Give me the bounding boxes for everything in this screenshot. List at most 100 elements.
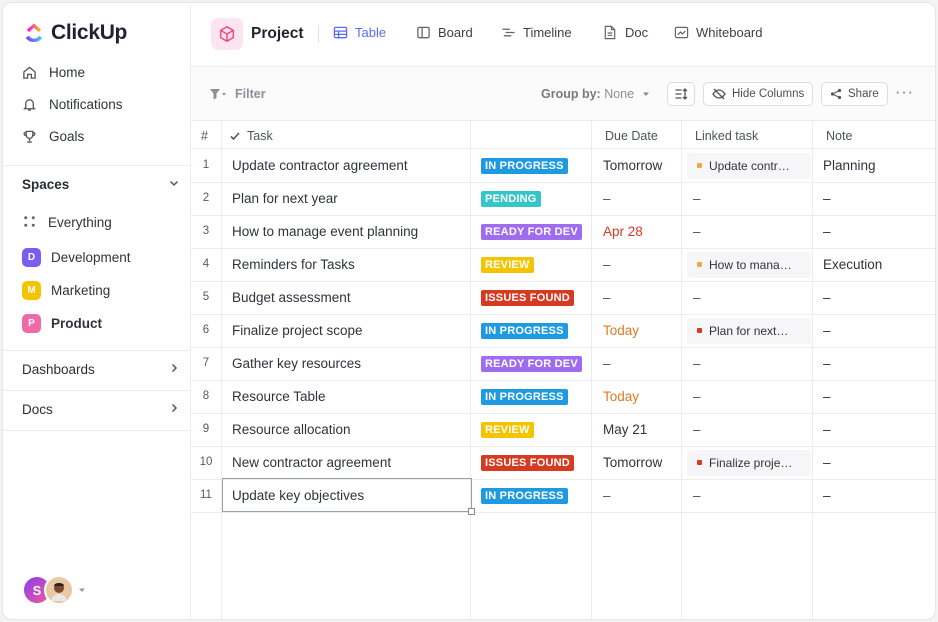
sidebar-item-goals[interactable]: Goals <box>21 128 84 144</box>
row-number: 11 <box>200 488 212 501</box>
avatar-photo[interactable] <box>44 575 74 605</box>
task-name[interactable]: Resource Table <box>232 389 326 404</box>
note[interactable]: – <box>823 224 831 239</box>
status-badge[interactable]: ISSUES FOUND <box>481 289 574 306</box>
task-name[interactable]: Plan for next year <box>232 191 338 206</box>
sidebar-space-marketing[interactable]: M Marketing <box>22 281 110 300</box>
column-header-note[interactable]: Note <box>826 129 852 143</box>
note[interactable]: – <box>823 323 831 338</box>
sidebar-item-dashboards[interactable]: Dashboards <box>22 362 180 377</box>
note[interactable]: – <box>823 422 831 437</box>
due-date[interactable]: Apr 28 <box>603 224 643 239</box>
empty-linked-task[interactable]: – <box>693 191 701 206</box>
column-header-label: Task <box>247 129 273 143</box>
empty-linked-task[interactable]: – <box>693 488 701 503</box>
status-badge[interactable]: IN PROGRESS <box>481 157 568 174</box>
task-name[interactable]: Reminders for Tasks <box>232 257 355 272</box>
sidebar-item-docs[interactable]: Docs <box>22 402 180 417</box>
due-date[interactable]: – <box>603 191 611 206</box>
chevron-down-icon[interactable] <box>168 177 180 192</box>
due-date[interactable]: Tomorrow <box>603 158 662 173</box>
task-name[interactable]: Budget assessment <box>232 290 351 305</box>
task-name[interactable]: Finalize project scope <box>232 323 363 338</box>
column-header-linked-task[interactable]: Linked task <box>695 129 758 143</box>
tab-whiteboard[interactable]: Whiteboard <box>674 25 762 40</box>
row-divider <box>191 413 935 414</box>
row-number: 4 <box>202 257 210 270</box>
sidebar-space-development[interactable]: D Development <box>22 248 131 267</box>
due-date[interactable]: May 21 <box>603 422 647 437</box>
linked-task-chip[interactable]: Finalize proje… <box>687 449 811 476</box>
due-date[interactable]: Today <box>603 389 639 404</box>
due-date[interactable]: – <box>603 356 611 371</box>
task-name[interactable]: Resource allocation <box>232 422 351 437</box>
linked-task-chip[interactable]: How to mana… <box>687 251 811 278</box>
tab-board[interactable]: Board <box>416 25 473 40</box>
task-name[interactable]: Gather key resources <box>232 356 361 371</box>
linked-task-name: Update contr… <box>709 158 790 173</box>
column-header-task[interactable]: Task <box>229 129 273 143</box>
user-avatars[interactable]: S <box>22 575 86 605</box>
empty-linked-task[interactable]: – <box>693 224 701 239</box>
caret-down-icon <box>642 87 650 101</box>
linked-task-chip[interactable]: Plan for next… <box>687 317 811 344</box>
note[interactable]: Planning <box>823 158 876 173</box>
task-status-dot <box>697 460 702 465</box>
sort-button[interactable] <box>667 82 695 106</box>
note[interactable]: – <box>823 389 831 404</box>
tab-doc[interactable]: Doc <box>603 25 648 40</box>
share-button[interactable]: Share <box>821 82 888 106</box>
due-date[interactable]: – <box>603 290 611 305</box>
task-name[interactable]: New contractor agreement <box>232 455 391 470</box>
clickup-logo[interactable]: ClickUp <box>23 21 127 45</box>
due-date[interactable]: – <box>603 488 611 503</box>
sidebar-item-everything[interactable]: Everything <box>22 214 112 230</box>
status-badge[interactable]: ISSUES FOUND <box>481 454 574 471</box>
group-by-select[interactable]: Group by: None <box>541 87 650 101</box>
sidebar-space-product[interactable]: P Product <box>22 314 102 333</box>
empty-linked-task[interactable]: – <box>693 290 701 305</box>
note[interactable]: Execution <box>823 257 882 272</box>
column-header-number[interactable]: # <box>201 129 208 143</box>
tab-table[interactable]: Table <box>333 25 386 40</box>
empty-linked-task[interactable]: – <box>693 389 701 404</box>
empty-linked-task[interactable]: – <box>693 422 701 437</box>
chevron-right-icon <box>168 362 180 377</box>
note[interactable]: – <box>823 191 831 206</box>
column-header-due-date[interactable]: Due Date <box>605 129 658 143</box>
brand-name: ClickUp <box>51 21 128 44</box>
status-badge[interactable]: IN PROGRESS <box>481 322 568 339</box>
row-divider <box>191 281 935 282</box>
selection-fill-handle[interactable] <box>468 508 475 515</box>
status-badge[interactable]: IN PROGRESS <box>481 388 568 405</box>
status-badge[interactable]: REVIEW <box>481 256 534 273</box>
task-name[interactable]: Update contractor agreement <box>232 158 408 173</box>
status-badge[interactable]: PENDING <box>481 190 541 207</box>
timeline-icon <box>501 25 516 40</box>
due-date[interactable]: Today <box>603 323 639 338</box>
status-badge[interactable]: READY FOR DEV <box>481 223 582 240</box>
chevron-right-icon <box>168 402 180 417</box>
note[interactable]: – <box>823 455 831 470</box>
linked-task-chip[interactable]: Update contr… <box>687 152 811 179</box>
filter-button[interactable]: Filter <box>209 87 266 101</box>
note[interactable]: – <box>823 488 831 503</box>
task-name[interactable]: How to manage event planning <box>232 224 418 239</box>
note[interactable]: – <box>823 356 831 371</box>
spaces-header[interactable]: Spaces <box>22 177 180 192</box>
status-badge[interactable]: READY FOR DEV <box>481 355 582 372</box>
caret-down-icon[interactable] <box>78 586 86 594</box>
due-date[interactable]: Tomorrow <box>603 455 662 470</box>
sidebar-item-home[interactable]: Home <box>21 64 85 80</box>
tab-label: Doc <box>625 25 649 40</box>
status-badge[interactable]: REVIEW <box>481 421 534 438</box>
tab-label: Whiteboard <box>696 25 763 40</box>
empty-linked-task[interactable]: – <box>693 356 701 371</box>
due-date[interactable]: – <box>603 257 611 272</box>
more-options-button[interactable]: ··· <box>895 84 914 102</box>
hide-columns-button[interactable]: Hide Columns <box>703 82 814 106</box>
note[interactable]: – <box>823 290 831 305</box>
sidebar-item-notifications[interactable]: Notifications <box>21 96 123 112</box>
tab-timeline[interactable]: Timeline <box>501 25 572 40</box>
status-badge[interactable]: IN PROGRESS <box>481 487 568 504</box>
